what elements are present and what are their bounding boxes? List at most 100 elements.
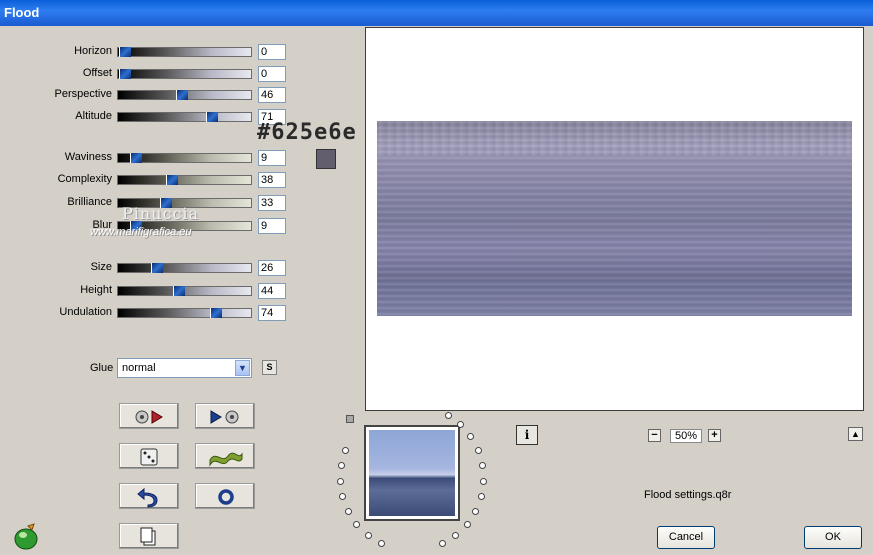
info-icon[interactable]: i bbox=[516, 425, 538, 445]
brilliance-label: Brilliance bbox=[67, 196, 112, 208]
waviness-slider[interactable] bbox=[117, 153, 252, 163]
window-title: Flood bbox=[4, 5, 40, 20]
dial-dot bbox=[452, 531, 460, 539]
height-input[interactable]: 44 bbox=[258, 283, 286, 299]
dial-dot bbox=[336, 477, 344, 485]
slider-row-offset: Offset 0 bbox=[0, 66, 300, 84]
altitude-slider[interactable] bbox=[117, 112, 252, 122]
slider-row-altitude: Altitude 71 bbox=[0, 109, 300, 127]
copy-button[interactable] bbox=[119, 523, 179, 549]
water-preview-image bbox=[377, 121, 852, 316]
dial-dot bbox=[338, 493, 346, 501]
size-label: Size bbox=[90, 261, 112, 273]
waviness-input[interactable]: 9 bbox=[258, 150, 286, 166]
dial-dot bbox=[341, 446, 349, 454]
blur-input[interactable]: 9 bbox=[258, 218, 286, 234]
dial-dot bbox=[475, 446, 483, 454]
dial-dot bbox=[479, 461, 487, 469]
slider-thumb[interactable] bbox=[173, 286, 186, 296]
app-logo-icon bbox=[12, 521, 42, 554]
watermark-url: www.marifigrafica.eu bbox=[90, 226, 192, 238]
cancel-button[interactable]: Cancel bbox=[657, 526, 715, 549]
waviness-label: Waviness bbox=[64, 151, 112, 163]
slider-row-height: Height 44 bbox=[0, 283, 300, 301]
dial-dot bbox=[457, 421, 465, 429]
slider-thumb[interactable] bbox=[206, 112, 219, 122]
play-disc-icon bbox=[210, 410, 239, 424]
perspective-input[interactable]: 46 bbox=[258, 87, 286, 103]
complexity-label: Complexity bbox=[57, 173, 112, 185]
perspective-label: Perspective bbox=[54, 88, 112, 100]
dial-dot bbox=[378, 539, 386, 547]
undulation-input[interactable]: 74 bbox=[258, 305, 286, 321]
slider-thumb[interactable] bbox=[119, 69, 131, 79]
random-button[interactable] bbox=[119, 443, 179, 469]
undulation-slider[interactable] bbox=[117, 308, 252, 318]
complexity-slider[interactable] bbox=[117, 175, 252, 185]
dial-dot bbox=[480, 477, 488, 485]
perspective-slider[interactable] bbox=[117, 90, 252, 100]
slider-thumb[interactable] bbox=[175, 90, 188, 100]
preview-pane[interactable] bbox=[365, 27, 864, 411]
slider-row-size: Size 26 bbox=[0, 260, 300, 278]
dial-dot bbox=[344, 507, 352, 515]
height-slider[interactable] bbox=[117, 286, 252, 296]
altitude-label: Altitude bbox=[75, 110, 112, 122]
slider-row-perspective: Perspective 46 bbox=[0, 87, 300, 105]
glue-value: normal bbox=[122, 362, 156, 374]
offset-slider[interactable] bbox=[117, 69, 252, 79]
horizon-slider[interactable] bbox=[117, 47, 252, 57]
complexity-input[interactable]: 38 bbox=[258, 172, 286, 188]
offset-label: Offset bbox=[82, 67, 112, 79]
slider-thumb[interactable] bbox=[165, 175, 178, 185]
glue-select[interactable]: normal ▼ bbox=[117, 358, 252, 378]
title-bar: Flood bbox=[0, 0, 873, 26]
color-hex-label: #625e6e bbox=[257, 120, 357, 145]
offset-input[interactable]: 0 bbox=[258, 66, 286, 82]
navigator-thumbnail[interactable] bbox=[364, 425, 460, 521]
dial-dot bbox=[472, 507, 480, 515]
slider-thumb[interactable] bbox=[210, 308, 223, 318]
watermark-name: Pinuccia bbox=[122, 204, 200, 223]
load-preset-button[interactable] bbox=[119, 403, 179, 429]
horizon-input[interactable]: 0 bbox=[258, 44, 286, 60]
slider-row-undulation: Undulation 74 bbox=[0, 305, 300, 323]
thumbnail-image bbox=[369, 430, 455, 516]
dial-dot bbox=[364, 531, 372, 539]
preset-filename: Flood settings.q8r bbox=[644, 489, 732, 501]
reset-button[interactable] bbox=[195, 483, 255, 509]
size-slider[interactable] bbox=[117, 263, 252, 273]
size-input[interactable]: 26 bbox=[258, 260, 286, 276]
slider-thumb[interactable] bbox=[130, 153, 143, 163]
ok-button[interactable]: OK bbox=[804, 526, 862, 549]
horizon-label: Horizon bbox=[74, 45, 112, 57]
zoom-in-button[interactable]: + bbox=[708, 429, 721, 442]
document-icon bbox=[140, 527, 156, 546]
disc-play-icon bbox=[135, 410, 163, 424]
glue-s-button[interactable]: S bbox=[262, 360, 277, 375]
dice-icon bbox=[140, 448, 158, 466]
chevron-down-icon[interactable]: ▼ bbox=[235, 360, 250, 376]
wave-icon bbox=[209, 452, 243, 467]
brilliance-input[interactable]: 33 bbox=[258, 195, 286, 211]
dial-dot bbox=[467, 433, 475, 441]
dial-dot bbox=[353, 520, 361, 528]
caret-up-icon[interactable]: ▲ bbox=[848, 427, 863, 441]
color-swatch[interactable] bbox=[316, 149, 336, 169]
zoom-value: 50% bbox=[670, 429, 702, 443]
undo-button[interactable] bbox=[119, 483, 179, 509]
undulation-label: Undulation bbox=[59, 306, 112, 318]
glue-label: Glue bbox=[90, 362, 114, 374]
save-preset-button[interactable] bbox=[195, 403, 255, 429]
slider-thumb[interactable] bbox=[150, 263, 163, 273]
slider-row-waviness: Waviness 9 bbox=[0, 150, 300, 168]
undo-icon bbox=[137, 487, 158, 508]
dial-dot bbox=[337, 461, 345, 469]
dial-dot bbox=[444, 412, 452, 420]
slider-thumb[interactable] bbox=[119, 47, 131, 57]
navigator-handle[interactable] bbox=[346, 415, 354, 423]
wave-button[interactable] bbox=[195, 443, 255, 469]
ring-icon bbox=[218, 489, 234, 505]
zoom-out-button[interactable]: − bbox=[648, 429, 661, 442]
height-label: Height bbox=[80, 284, 112, 296]
